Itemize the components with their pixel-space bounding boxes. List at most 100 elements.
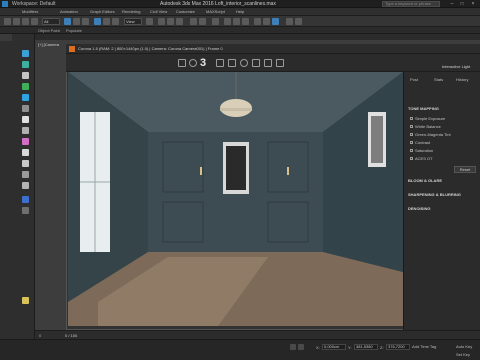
link-icon[interactable] bbox=[22, 18, 29, 25]
material-editor-icon[interactable] bbox=[242, 18, 249, 25]
auto-key-button[interactable]: Auto Key bbox=[456, 344, 472, 349]
checkbox[interactable] bbox=[410, 133, 413, 137]
pivot-icon[interactable] bbox=[146, 18, 153, 25]
region-icon[interactable] bbox=[228, 59, 236, 67]
display-icon[interactable] bbox=[22, 171, 29, 178]
minimize-icon[interactable]: – bbox=[448, 1, 456, 7]
curve-editor-icon[interactable] bbox=[224, 18, 231, 25]
modify-icon[interactable] bbox=[22, 138, 29, 145]
schematic-view-icon[interactable] bbox=[233, 18, 240, 25]
menu-item-modifiers[interactable]: Modifiers bbox=[22, 9, 38, 14]
option-green-magenta-tint[interactable]: Green-Magenta Tint bbox=[410, 132, 451, 137]
ribbon-tab-populate[interactable]: Populate bbox=[66, 28, 82, 33]
checkbox[interactable] bbox=[410, 125, 413, 129]
motion-icon[interactable] bbox=[22, 160, 29, 167]
expand-icon[interactable] bbox=[276, 59, 284, 67]
tab-post[interactable]: Post bbox=[410, 77, 418, 82]
systems-icon[interactable] bbox=[22, 127, 29, 134]
set-key-button[interactable]: Set Key bbox=[456, 352, 470, 357]
utilities-icon[interactable] bbox=[22, 182, 29, 189]
app-logo-icon[interactable] bbox=[2, 1, 8, 7]
checkbox[interactable] bbox=[410, 117, 413, 121]
time-slider-readout[interactable]: 0 / 100 bbox=[65, 333, 77, 338]
maximize-icon[interactable]: □ bbox=[458, 1, 466, 7]
move-icon[interactable] bbox=[94, 18, 101, 25]
cameras-icon[interactable] bbox=[22, 94, 29, 101]
scene-converter-icon[interactable] bbox=[295, 18, 302, 25]
render-icon[interactable] bbox=[240, 59, 248, 67]
option-aces-ot[interactable]: ACES OT bbox=[410, 156, 433, 161]
unlink-icon[interactable] bbox=[31, 18, 38, 25]
play-icon[interactable] bbox=[290, 344, 296, 350]
workspace-selector[interactable]: Workspace: Default bbox=[12, 1, 56, 7]
timeline[interactable]: 0 0 / 100 bbox=[35, 330, 480, 339]
redo-icon[interactable] bbox=[13, 18, 20, 25]
select-object-icon[interactable] bbox=[64, 18, 71, 25]
left-panel-tab[interactable] bbox=[0, 34, 12, 41]
scale-icon[interactable] bbox=[112, 18, 119, 25]
layer-explorer-icon[interactable] bbox=[22, 207, 29, 214]
tab-stats[interactable]: Stats bbox=[434, 77, 443, 82]
render-teapot-icon[interactable] bbox=[272, 18, 279, 25]
stop-icon[interactable] bbox=[252, 59, 260, 67]
rendered-image[interactable] bbox=[68, 72, 403, 326]
undo-icon[interactable] bbox=[4, 18, 11, 25]
helpers-icon[interactable] bbox=[22, 105, 29, 112]
next-frame-icon[interactable] bbox=[298, 344, 304, 350]
menu-item-maxscript[interactable]: MAXScript bbox=[206, 9, 225, 14]
checkbox[interactable] bbox=[410, 141, 413, 145]
dropdown-arrow-icon[interactable] bbox=[189, 59, 197, 67]
menu-item-animation[interactable]: Animation bbox=[60, 9, 78, 14]
selection-filter-dropdown[interactable]: All bbox=[42, 18, 60, 25]
option-white-balance[interactable]: White Balance bbox=[410, 124, 441, 129]
hierarchy-icon[interactable] bbox=[22, 149, 29, 156]
viewport-label[interactable]: [+] [Camera bbox=[38, 42, 59, 47]
menu-item-civil-view[interactable]: Civil View bbox=[150, 9, 167, 14]
corona-icon[interactable] bbox=[286, 18, 293, 25]
menu-item-graph-editors[interactable]: Graph Editors bbox=[90, 9, 115, 14]
search-input[interactable]: Type a keyword or phrase bbox=[382, 1, 440, 7]
y-coordinate-field[interactable]: 381,5380 bbox=[354, 344, 378, 350]
reference-coordinate-dropdown[interactable]: View bbox=[124, 18, 142, 25]
layer-manager-icon[interactable] bbox=[212, 18, 219, 25]
rectangular-selection-icon[interactable] bbox=[82, 18, 89, 25]
align-icon[interactable] bbox=[199, 18, 206, 25]
option-simple-exposure[interactable]: Simple Exposure bbox=[410, 116, 445, 121]
snap-toggle-icon[interactable] bbox=[158, 18, 165, 25]
option-saturation[interactable]: Saturation bbox=[410, 148, 433, 153]
lights-icon[interactable] bbox=[22, 83, 29, 90]
settings-icon[interactable] bbox=[264, 59, 272, 67]
add-time-tag-button[interactable]: Add Time Tag bbox=[412, 344, 436, 349]
create-icon[interactable] bbox=[22, 50, 29, 57]
bloom-glare-header[interactable]: BLOOM & GLARE bbox=[408, 178, 442, 183]
close-icon[interactable]: × bbox=[469, 1, 477, 7]
angle-snap-icon[interactable] bbox=[167, 18, 174, 25]
select-by-name-icon[interactable] bbox=[73, 18, 80, 25]
denoising-header[interactable]: DENOISING bbox=[408, 206, 430, 211]
mirror-icon[interactable] bbox=[190, 18, 197, 25]
menu-item-customize[interactable]: Customize bbox=[176, 9, 195, 14]
x-coordinate-field[interactable]: 0,000cm bbox=[322, 344, 346, 350]
copy-icon[interactable] bbox=[216, 59, 224, 67]
option-contrast[interactable]: Contrast bbox=[410, 140, 430, 145]
save-icon[interactable] bbox=[178, 59, 186, 67]
sphere-icon[interactable] bbox=[22, 61, 29, 68]
percent-snap-icon[interactable] bbox=[176, 18, 183, 25]
checkbox[interactable] bbox=[410, 157, 413, 161]
z-coordinate-field[interactable]: 376,7200 bbox=[386, 344, 410, 350]
menu-item-rendering[interactable]: Rendering bbox=[122, 9, 140, 14]
checkbox[interactable] bbox=[410, 149, 413, 153]
tab-history[interactable]: History bbox=[456, 77, 468, 82]
pin-icon[interactable] bbox=[22, 297, 29, 304]
spacewarps-icon[interactable] bbox=[22, 116, 29, 123]
rotate-icon[interactable] bbox=[103, 18, 110, 25]
render-setup-icon[interactable] bbox=[254, 18, 261, 25]
rendered-frame-window-icon[interactable] bbox=[263, 18, 270, 25]
ribbon-tab-object-paint[interactable]: Object Paint bbox=[38, 28, 60, 33]
scene-explorer-icon[interactable] bbox=[22, 196, 29, 203]
reset-button[interactable]: Reset bbox=[454, 166, 476, 173]
tone-mapping-header[interactable]: TONE MAPPING bbox=[408, 106, 439, 111]
menu-item-help[interactable]: Help bbox=[236, 9, 244, 14]
sharpening-blurring-header[interactable]: SHARPENING & BLURRING bbox=[408, 192, 461, 197]
shapes-icon[interactable] bbox=[22, 72, 29, 79]
